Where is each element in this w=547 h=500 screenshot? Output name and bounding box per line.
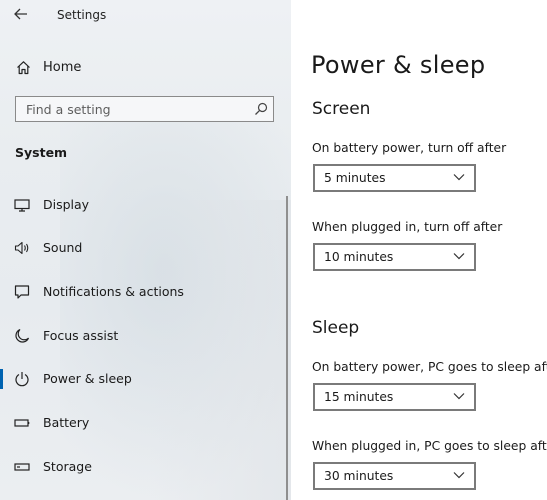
sleep-heading: Sleep [312, 318, 360, 338]
sidebar-item-label: Notifications & actions [43, 284, 184, 299]
section-heading: System [15, 145, 68, 160]
screen-plugged-label: When plugged in, turn off after [312, 220, 503, 234]
sidebar-item-display[interactable]: Display [0, 194, 285, 216]
sleep-plugged-dropdown[interactable]: 30 minutes [313, 462, 476, 490]
page-title: Power & sleep [311, 51, 486, 79]
moon-icon [15, 328, 30, 343]
app-title: Settings [57, 8, 107, 22]
screen-battery-label: On battery power, turn off after [312, 141, 507, 155]
chevron-down-icon [453, 472, 465, 479]
screen-heading: Screen [312, 99, 371, 119]
screen-battery-dropdown[interactable]: 5 minutes [313, 164, 476, 192]
sidebar: Settings Home System Display Sound Not [0, 0, 291, 500]
notification-icon [14, 285, 30, 299]
sidebar-item-notifications[interactable]: Notifications & actions [0, 281, 285, 303]
sidebar-item-label: Storage [43, 459, 92, 474]
sidebar-item-power-sleep[interactable]: Power & sleep [0, 368, 285, 390]
dropdown-value: 5 minutes [324, 171, 386, 185]
sidebar-item-storage[interactable]: Storage [0, 456, 285, 478]
power-icon [15, 372, 29, 387]
sidebar-item-label: Focus assist [43, 328, 119, 343]
battery-icon [14, 419, 30, 427]
chevron-down-icon [453, 253, 465, 260]
home-label: Home [43, 59, 82, 75]
sleep-battery-dropdown[interactable]: 15 minutes [313, 383, 476, 411]
sidebar-item-label: Battery [43, 415, 90, 430]
sidebar-item-label: Power & sleep [43, 371, 132, 386]
home-link[interactable]: Home [16, 58, 81, 76]
search-input[interactable] [16, 97, 256, 121]
sidebar-item-sound[interactable]: Sound [0, 237, 285, 259]
dropdown-value: 10 minutes [324, 250, 394, 264]
sleep-battery-label: On battery power, PC goes to sleep after [312, 360, 547, 374]
sidebar-item-focus-assist[interactable]: Focus assist [0, 325, 285, 347]
speaker-icon [14, 241, 29, 255]
storage-icon [14, 463, 30, 471]
screen-plugged-dropdown[interactable]: 10 minutes [313, 243, 476, 271]
dropdown-value: 15 minutes [324, 390, 394, 404]
chevron-down-icon [453, 174, 465, 181]
sidebar-item-battery[interactable]: Battery [0, 412, 285, 434]
selection-indicator [0, 369, 3, 389]
sleep-plugged-label: When plugged in, PC goes to sleep after [312, 439, 547, 453]
search-box[interactable] [15, 96, 274, 122]
chevron-down-icon [453, 393, 465, 400]
sidebar-item-label: Display [43, 197, 90, 212]
home-icon [17, 60, 30, 74]
dropdown-value: 30 minutes [324, 469, 394, 483]
monitor-icon [14, 199, 30, 212]
sidebar-item-label: Sound [43, 240, 83, 255]
sidebar-scrollbar[interactable] [286, 196, 288, 500]
main-content: Power & sleep Screen On battery power, t… [291, 0, 547, 500]
search-icon[interactable] [254, 102, 268, 116]
back-arrow-icon[interactable] [14, 6, 30, 24]
